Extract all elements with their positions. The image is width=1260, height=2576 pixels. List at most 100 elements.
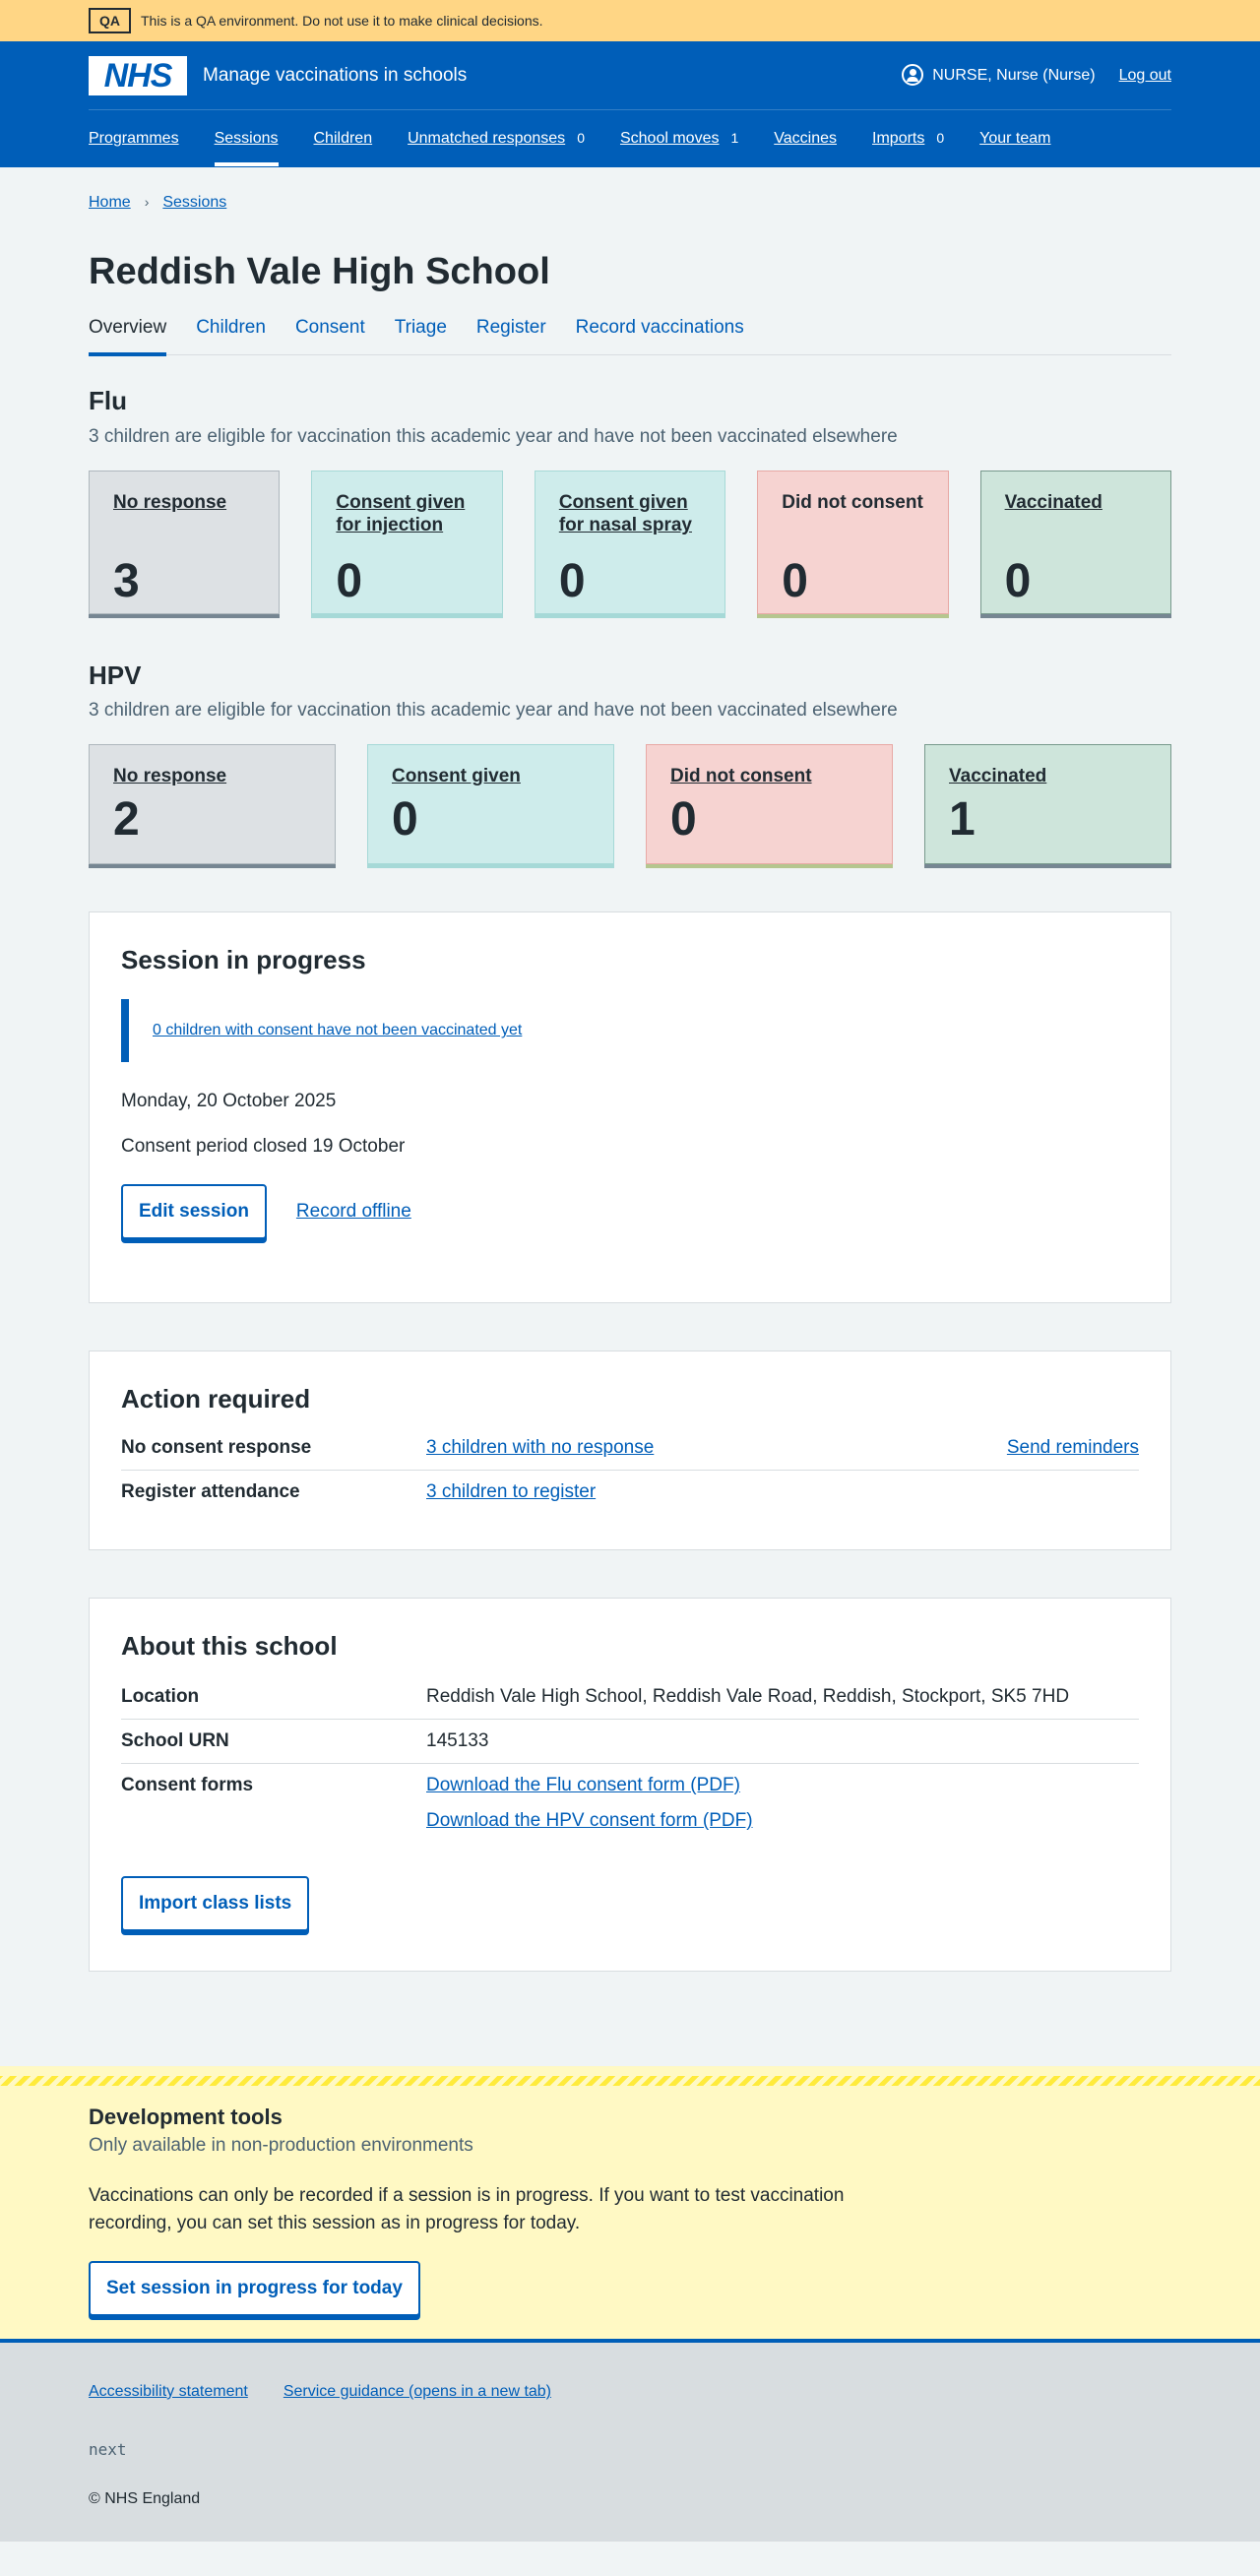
nhs-logo[interactable]: NHS <box>89 55 187 95</box>
flu-card-vaccinated[interactable]: Vaccinated 0 <box>979 470 1172 614</box>
summary-key: Consent forms <box>121 1775 254 1796</box>
nav-item-imports: Imports 0 <box>872 110 944 166</box>
tab-consent[interactable]: Consent <box>295 314 365 355</box>
chevron-right-icon: › <box>144 194 150 211</box>
flu-cards: No response 3 Consent given for injectio… <box>89 470 1172 614</box>
hpv-card-consent-given-count: 0 <box>392 792 418 846</box>
import-class-lists-button[interactable]: Import class lists <box>121 1876 310 1932</box>
nav-link-children[interactable]: Children <box>314 127 373 151</box>
service-name[interactable]: Manage vaccinations in schools <box>203 62 467 90</box>
flu-consent-form-link[interactable]: Download the Flu consent form (PDF) <box>426 1775 740 1795</box>
action-summary: No consent response 3 children with no r… <box>121 1426 1139 1514</box>
dev-tools-heading: Development tools <box>89 2104 283 2129</box>
copyright: © NHS England <box>89 2489 201 2507</box>
record-offline-link[interactable]: Record offline <box>296 1198 411 1225</box>
no-response-children-link[interactable]: 3 children with no response <box>426 1437 654 1458</box>
hpv-card-no-response-count: 2 <box>113 792 140 846</box>
tab-triage-link[interactable]: Triage <box>395 317 447 338</box>
flu-card-consent-injection-count: 0 <box>336 554 363 607</box>
logout-link[interactable]: Log out <box>1119 64 1171 88</box>
nav-link-unmatched-responses[interactable]: Unmatched responses <box>408 127 565 151</box>
flu-card-consent-nasal[interactable]: Consent given for nasal spray 0 <box>534 470 726 614</box>
edit-session-button[interactable]: Edit session <box>121 1183 267 1239</box>
breadcrumb-home[interactable]: Home <box>89 191 131 215</box>
summary-row-location: Location Reddish Vale High School, Reddi… <box>121 1675 1139 1721</box>
tab-consent-link[interactable]: Consent <box>295 317 365 338</box>
hpv-card-no-response[interactable]: No response 2 <box>89 743 336 864</box>
hpv-card-vaccinated[interactable]: Vaccinated 1 <box>924 743 1171 864</box>
qa-banner-text: This is a QA environment. Do not use it … <box>141 12 543 29</box>
flu-description: 3 children are eligible for vaccination … <box>89 425 898 447</box>
primary-nav: Programmes Sessions Children Unmatched r… <box>89 110 1171 166</box>
tab-triage[interactable]: Triage <box>395 314 447 355</box>
hpv-card-vaccinated-link[interactable]: Vaccinated <box>949 766 1046 786</box>
tab-overview-link[interactable]: Overview <box>89 317 166 338</box>
nav-item-sessions: Sessions <box>214 110 279 166</box>
nav-link-school-moves[interactable]: School moves <box>620 127 720 151</box>
nav-item-vaccines: Vaccines <box>774 110 837 166</box>
summary-row-urn: School URN 145133 <box>121 1720 1139 1765</box>
nav-item-children: Children <box>314 110 373 166</box>
nav-item-school-moves: School moves 1 <box>620 110 738 166</box>
dev-tools-subheading: Only available in non-production environ… <box>89 2134 473 2156</box>
flu-card-vaccinated-link[interactable]: Vaccinated <box>1005 492 1102 513</box>
unmatched-count: 0 <box>577 130 585 147</box>
tab-register-link[interactable]: Register <box>476 317 546 338</box>
tab-record-vaccinations[interactable]: Record vaccinations <box>576 314 744 355</box>
flu-card-no-response-link[interactable]: No response <box>113 492 226 513</box>
set-session-in-progress-button[interactable]: Set session in progress for today <box>89 2261 420 2317</box>
hpv-heading: HPV <box>89 660 142 690</box>
tab-record-vaccinations-link[interactable]: Record vaccinations <box>576 317 744 338</box>
children-to-register-link[interactable]: 3 children to register <box>426 1481 596 1502</box>
flu-card-no-response[interactable]: No response 3 <box>89 470 281 614</box>
service-guidance-link[interactable]: Service guidance (opens in a new tab) <box>284 2380 551 2404</box>
main-content: Home › Sessions Reddish Vale High School… <box>89 167 1172 1972</box>
hpv-card-consent-given[interactable]: Consent given 0 <box>367 743 614 864</box>
qa-banner: QA This is a QA environment. Do not use … <box>0 0 1260 41</box>
flu-card-did-not-consent-count: 0 <box>782 554 808 607</box>
tab-register[interactable]: Register <box>476 314 546 355</box>
session-date: Monday, 20 October 2025 <box>121 1090 337 1111</box>
session-tabs: Overview Children Consent Triage Registe… <box>89 314 1171 357</box>
send-reminders-link[interactable]: Send reminders <box>1007 1437 1139 1458</box>
hpv-card-no-response-link[interactable]: No response <box>113 766 226 786</box>
hpv-consent-form-link[interactable]: Download the HPV consent form (PDF) <box>426 1810 753 1831</box>
tab-children[interactable]: Children <box>196 314 266 355</box>
flu-card-consent-injection[interactable]: Consent given for injection 0 <box>311 470 503 614</box>
breadcrumb-sessions[interactable]: Sessions <box>162 191 226 215</box>
about-school-heading: About this school <box>121 1630 338 1661</box>
nav-link-imports[interactable]: Imports <box>872 127 924 151</box>
session-heading: Session in progress <box>121 944 366 974</box>
summary-row-register: Register attendance 3 children to regist… <box>121 1471 1139 1514</box>
nav-link-vaccines[interactable]: Vaccines <box>774 127 837 151</box>
hpv-card-consent-given-link[interactable]: Consent given <box>392 766 521 786</box>
hpv-card-did-not-consent-count: 0 <box>670 792 697 846</box>
nav-link-sessions[interactable]: Sessions <box>215 127 279 151</box>
page-title: Reddish Vale High School <box>89 250 550 292</box>
tab-overview[interactable]: Overview <box>89 314 167 357</box>
hpv-cards: No response 2 Consent given 0 Did not co… <box>89 743 1171 864</box>
breadcrumb: Home › Sessions <box>89 167 1171 215</box>
action-required-panel: Action required No consent response 3 ch… <box>89 1350 1171 1550</box>
build-label: next <box>89 2440 127 2460</box>
flu-card-consent-nasal-link[interactable]: Consent given for nasal spray <box>559 492 692 536</box>
unvaccinated-link[interactable]: 0 children with consent have not been va… <box>153 1022 522 1038</box>
site-footer: Accessibility statement Service guidance… <box>0 2342 1260 2542</box>
flu-card-did-not-consent-label: Did not consent <box>782 491 923 513</box>
site-header: NHS Manage vaccinations in schools NURSE… <box>0 41 1260 167</box>
hpv-card-vaccinated-count: 1 <box>949 792 976 846</box>
accessibility-statement-link[interactable]: Accessibility statement <box>89 2380 248 2404</box>
about-school-panel: About this school Location Reddish Vale … <box>89 1597 1171 1972</box>
summary-key: Register attendance <box>121 1481 300 1503</box>
hpv-card-did-not-consent[interactable]: Did not consent 0 <box>646 743 893 864</box>
flu-card-no-response-count: 3 <box>113 554 140 607</box>
session-panel: Session in progress 0 children with cons… <box>89 911 1171 1303</box>
flu-card-consent-injection-link[interactable]: Consent given for injection <box>336 492 465 536</box>
nav-link-your-team[interactable]: Your team <box>979 127 1050 151</box>
tab-children-link[interactable]: Children <box>196 317 266 338</box>
nav-link-programmes[interactable]: Programmes <box>89 127 179 151</box>
user-name: NURSE, Nurse (Nurse) <box>932 66 1096 84</box>
flu-card-consent-nasal-count: 0 <box>558 554 586 607</box>
summary-key: Location <box>121 1686 200 1708</box>
hpv-card-did-not-consent-link[interactable]: Did not consent <box>670 766 812 786</box>
